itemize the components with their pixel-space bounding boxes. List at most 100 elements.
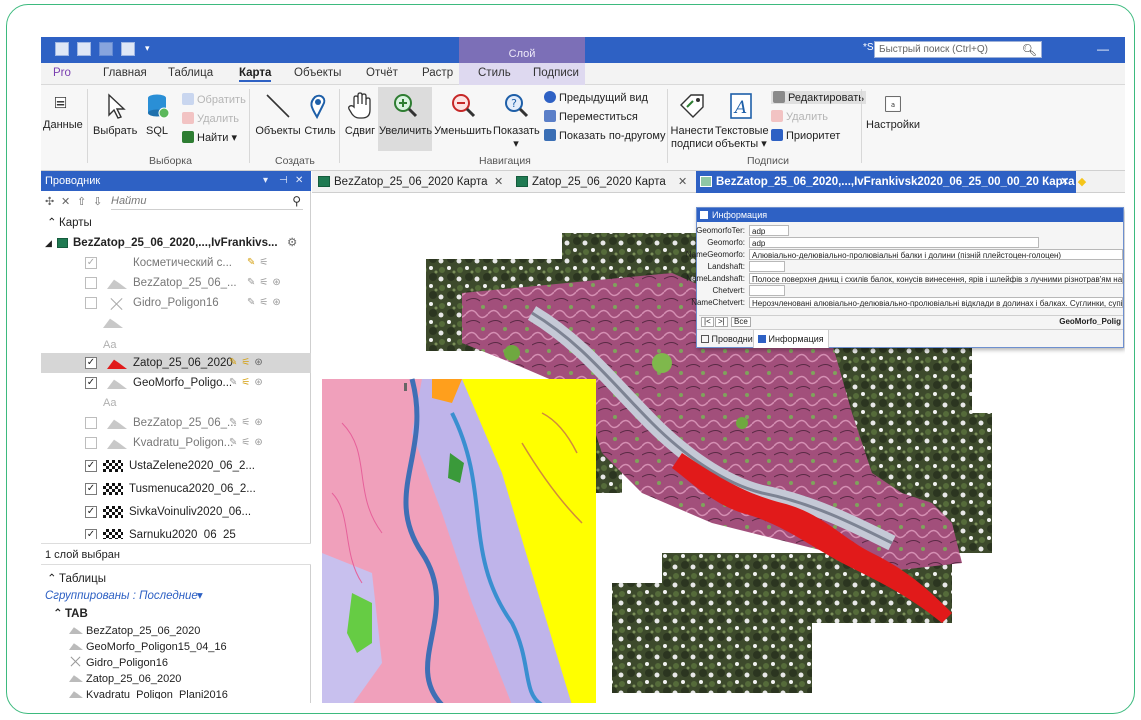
quick-search-input[interactable]: Быстрый поиск (Ctrl+Q) 🔍︎ <box>874 41 1042 58</box>
dropdown-icon[interactable]: ▾ <box>263 171 268 191</box>
layer-visibility-checkbox[interactable]: ✓ <box>85 357 97 369</box>
minimize-icon[interactable]: — <box>1097 42 1109 56</box>
table-item[interactable]: Zatop_25_06_2020 <box>69 673 181 685</box>
next-record-icon[interactable]: >| <box>715 317 728 327</box>
info-field-value[interactable]: Алювіально-делювіально-пролювіальні балк… <box>749 249 1123 260</box>
tab-map[interactable]: Карта <box>239 67 272 82</box>
doc-tab-bezzatop[interactable]: BezZatop_25_06_2020 Карта ✕ <box>314 171 506 193</box>
map-options-icon[interactable]: ⚙ <box>287 233 297 253</box>
layer-visibility-checkbox[interactable]: ✓ <box>85 257 97 269</box>
doc-tab-zatop[interactable]: Zatop_25_06_2020 Карта ✕ <box>512 171 692 193</box>
zoom-in-button[interactable]: Увеличить <box>379 91 432 138</box>
layer-visibility-checkbox[interactable] <box>85 417 97 429</box>
info-tab-explorer[interactable]: Проводник <box>701 330 757 348</box>
layer-row-sivka[interactable]: ✓ SivkaVoinuliv2020_06... <box>41 502 311 522</box>
layer-row-ustazelene[interactable]: ✓ UstaZelene2020_06_2... <box>41 456 311 476</box>
tab-style[interactable]: Стиль <box>478 67 511 79</box>
doc-tab-combined[interactable]: BezZatop_25_06_2020,...,IvFrankivsk2020_… <box>696 171 1086 193</box>
remove-layer-icon[interactable]: ✕ <box>61 195 70 208</box>
data-button[interactable]: Данные <box>43 93 83 132</box>
info-tool-window[interactable]: Информация GeomorfoTer: adp Geomorfo: ad… <box>686 207 1124 348</box>
layer-tools-icon[interactable]: ✎⚟⊛ <box>229 413 267 433</box>
layer-row-kvadratu[interactable]: Kvadratu_Poligon... ✎⚟⊛ <box>41 433 311 453</box>
layer-tools-icon[interactable]: ✎⚟ <box>247 253 272 273</box>
info-field-value[interactable] <box>749 285 785 296</box>
explorer-find-input[interactable]: Найти ⚲ <box>111 194 303 210</box>
map-node[interactable]: ◢ BezZatop_25_06_2020,...,IvFrankivs... … <box>41 233 311 253</box>
layer-visibility-checkbox[interactable]: ✓ <box>85 483 97 495</box>
tab-raster[interactable]: Растр <box>422 67 453 79</box>
layer-visibility-checkbox[interactable]: ✓ <box>85 506 97 518</box>
tab-home[interactable]: Главная <box>103 67 147 79</box>
table-item[interactable]: Gidro_Poligon16 <box>69 657 168 669</box>
show-other-button[interactable]: Показать по-другому <box>544 129 666 142</box>
tab-labels[interactable]: Подписи <box>533 67 579 79</box>
browser-icon[interactable] <box>77 42 91 56</box>
priority-button[interactable]: Приоритет <box>771 129 840 142</box>
info-field-value[interactable]: adp <box>749 225 789 236</box>
layer-tools-icon[interactable]: ✎⚟⊛ <box>229 373 267 393</box>
close-tab-icon[interactable]: ✕ <box>678 171 687 193</box>
layer-visibility-checkbox[interactable] <box>85 277 97 289</box>
add-labels-button[interactable]: Нанести подписи <box>669 91 715 151</box>
previous-view-button[interactable]: Предыдущий вид <box>544 91 648 104</box>
invert-button[interactable]: Обратить <box>182 93 246 106</box>
layer-row-tusmenuca[interactable]: ✓ Tusmenuca2020_06_2... <box>41 479 311 499</box>
move-down-icon[interactable]: ⇩ <box>93 195 102 208</box>
layer-row-bezzatop-2[interactable]: BezZatop_25_06_... ✎⚟⊛ <box>41 413 311 433</box>
layer-visibility-checkbox[interactable]: ✓ <box>85 377 97 389</box>
text-objects-button[interactable]: A Текстовые объекты ▾ <box>715 91 769 151</box>
table-item[interactable]: Kvadratu_Poligon_Plani2016 <box>69 689 228 699</box>
maps-section-header[interactable]: ⌃ Карты <box>41 213 311 233</box>
show-button[interactable]: ? Показать ▾ <box>493 91 540 151</box>
info-field-value[interactable]: Полосе поверхня днищ і схилів балок, кон… <box>749 273 1123 284</box>
move-up-icon[interactable]: ⇧ <box>77 195 86 208</box>
table-item[interactable]: BezZatop_25_06_2020 <box>69 625 200 637</box>
customize-quick-access-icon[interactable]: ▾ <box>145 43 150 54</box>
layer-visibility-checkbox[interactable] <box>85 437 97 449</box>
table-icon[interactable] <box>55 42 69 56</box>
undo-icon[interactable] <box>99 42 113 56</box>
zoom-out-button[interactable]: Уменьшить <box>433 91 493 138</box>
previous-record-icon[interactable]: |< <box>701 317 714 327</box>
layer-tools-icon[interactable]: ✎⚟⊛ <box>247 293 285 313</box>
style-button[interactable]: Стиль <box>303 91 337 138</box>
layer-row-geomorfo[interactable]: ✓ GeoMorfo_Poligo... ✎⚟⊛ <box>41 373 311 393</box>
info-field-value[interactable] <box>749 261 785 272</box>
tab-group-header[interactable]: ⌃ TAB <box>41 604 311 624</box>
close-tab-icon[interactable]: ✕ <box>1060 171 1069 193</box>
layer-tools-icon[interactable]: ✎⚟⊛ <box>229 353 267 373</box>
tab-pro[interactable]: Pro <box>53 67 71 79</box>
info-field-value[interactable]: adp <box>749 237 1039 248</box>
move-to-button[interactable]: Переместиться <box>544 110 638 123</box>
pan-button[interactable]: Сдвиг <box>343 91 377 138</box>
layer-row-zatop[interactable]: ✓ Zatop_25_06_2020 ✎⚟⊛ <box>41 353 311 373</box>
close-tab-icon[interactable]: ✕ <box>494 171 503 193</box>
grouping-selector[interactable]: Сгруппированы : Последние ▾ <box>41 586 311 606</box>
find-button[interactable]: Найти ▾ <box>182 131 237 144</box>
edit-labels-button[interactable]: Редактировать <box>771 91 866 104</box>
layout-icon[interactable] <box>121 42 135 56</box>
delete-selection-button[interactable]: Удалить <box>182 112 239 125</box>
layer-tools-icon[interactable]: ✎⚟⊛ <box>229 433 267 453</box>
pin-panel-icon[interactable]: ⊣ <box>279 171 288 191</box>
close-panel-icon[interactable]: ✕ <box>295 171 303 191</box>
layer-visibility-checkbox[interactable]: ✓ <box>85 529 97 539</box>
layer-visibility-checkbox[interactable] <box>85 297 97 309</box>
layer-tools-icon[interactable]: ✎⚟⊛ <box>247 273 285 293</box>
show-all-button[interactable]: Все <box>731 317 751 327</box>
layer-row-bezzatop[interactable]: BezZatop_25_06_... ✎⚟⊛ <box>41 273 311 293</box>
settings-button[interactable]: a Настройки <box>865 93 921 132</box>
layer-row-gidro[interactable]: Gidro_Poligon16 ✎⚟⊛ <box>41 293 311 313</box>
objects-button[interactable]: Объекты <box>253 91 303 138</box>
info-tab-information[interactable]: Информация <box>753 330 829 348</box>
add-layer-icon[interactable]: ✣ <box>45 195 54 208</box>
layer-visibility-checkbox[interactable]: ✓ <box>85 460 97 472</box>
tab-report[interactable]: Отчёт <box>366 67 398 79</box>
layer-row-sarnuku[interactable]: ✓ Sarnuku2020_06_25 <box>41 525 311 539</box>
tab-objects[interactable]: Объекты <box>294 67 341 79</box>
tab-table[interactable]: Таблица <box>168 67 213 79</box>
sql-button[interactable]: SQL <box>139 91 175 138</box>
info-field-value[interactable]: Нерозчленовані алювіально-делювіально-пр… <box>749 297 1123 308</box>
table-item[interactable]: GeoMorfo_Poligon15_04_16 <box>69 641 227 653</box>
